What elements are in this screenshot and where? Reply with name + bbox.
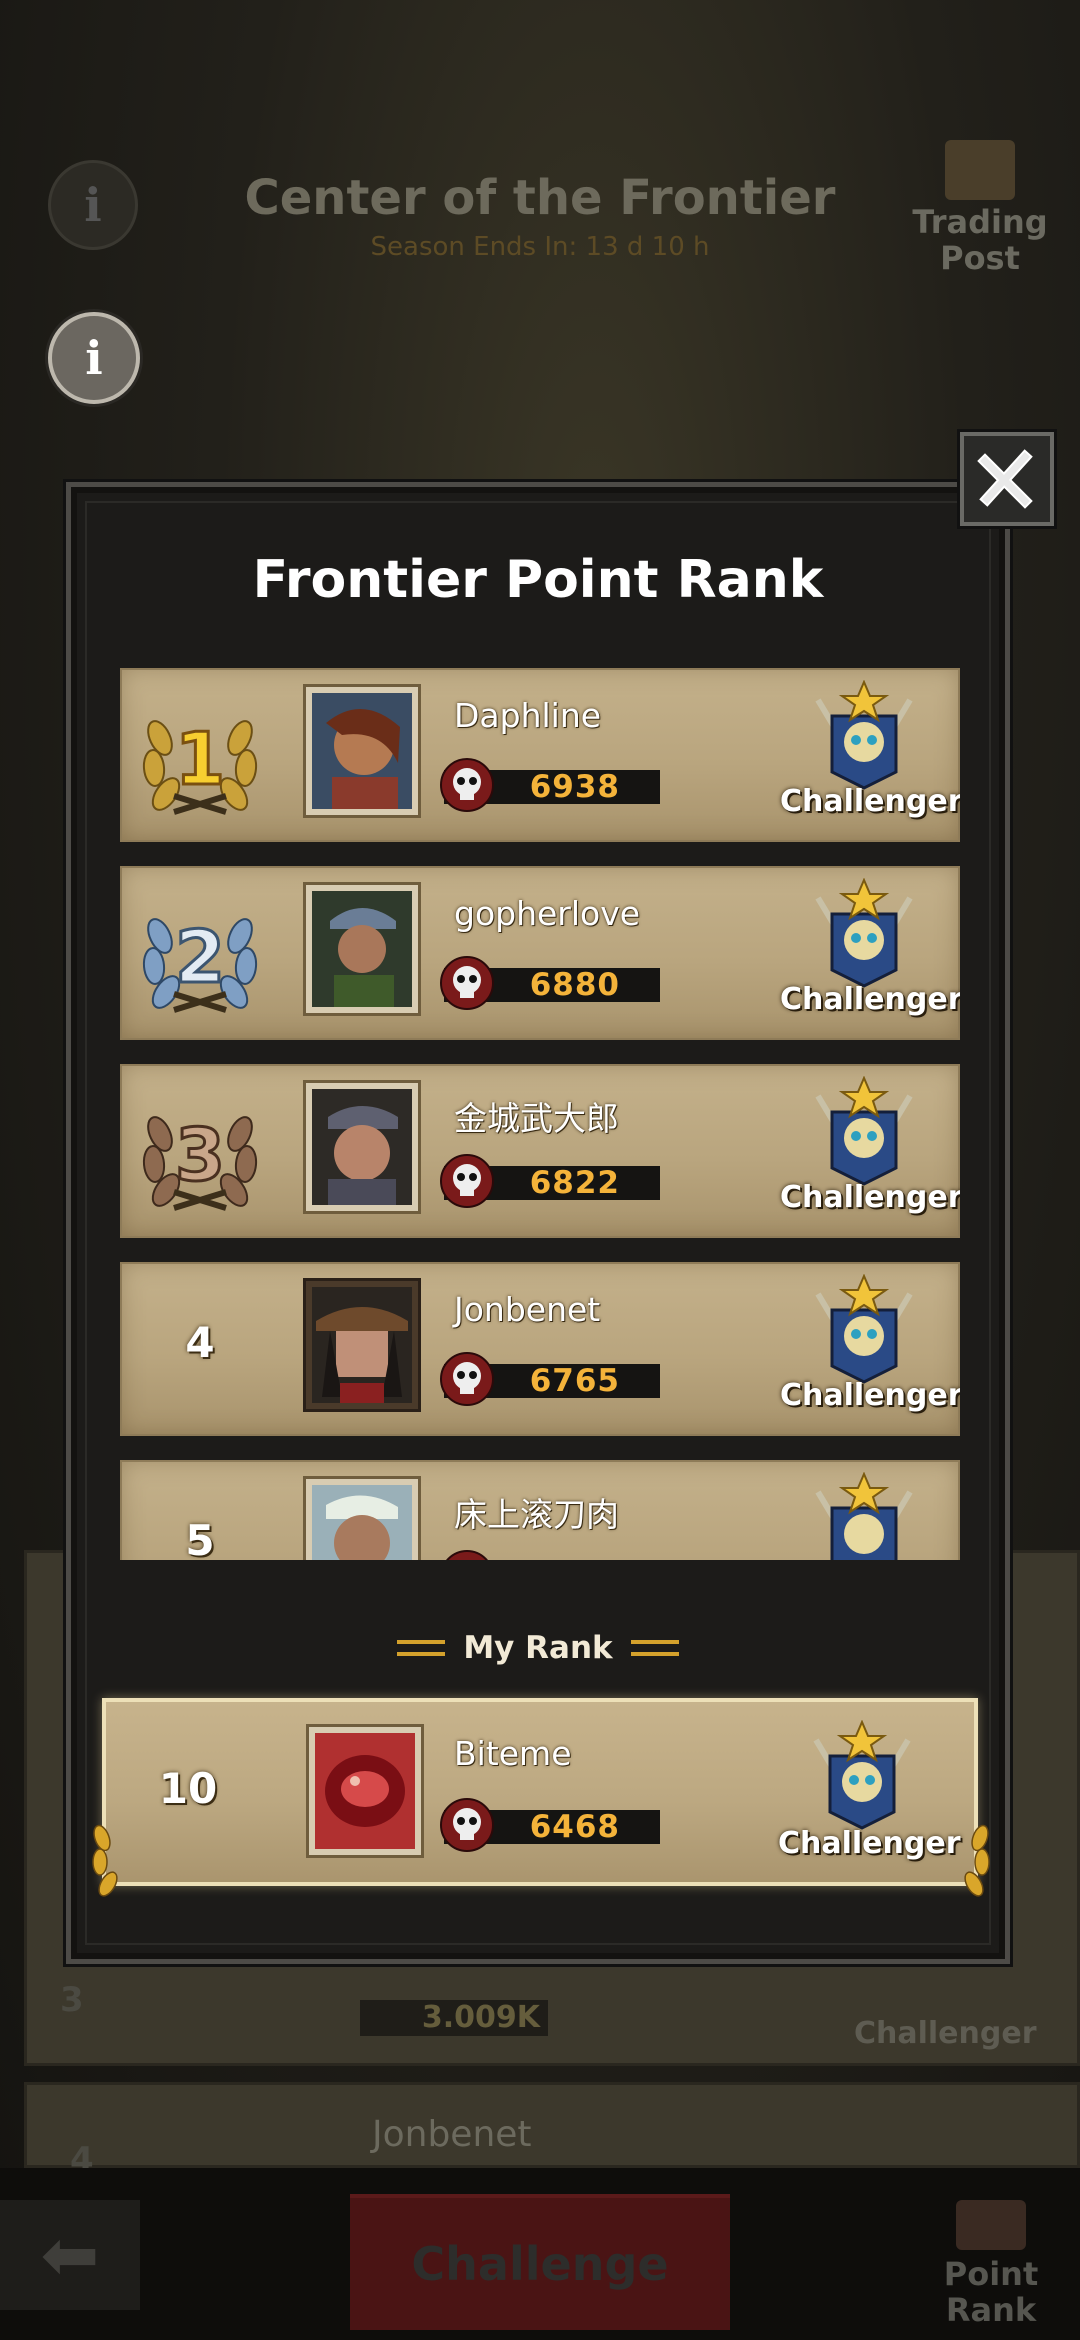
avatar[interactable] <box>303 1278 421 1412</box>
tier-label: Challenger <box>780 784 960 819</box>
points-value: 6468 <box>529 1809 620 1845</box>
bronze-laurel-medal-icon: 3 <box>142 1112 258 1211</box>
point-rank-icon <box>956 2200 1026 2250</box>
challenger-tier-icon <box>815 1076 913 1186</box>
rank-number: 4 <box>185 1318 215 1367</box>
deco-line-icon <box>397 1640 446 1656</box>
avatar[interactable] <box>303 1080 421 1214</box>
point-rank-label-line2: Rank <box>945 2291 1037 2329</box>
info-button[interactable]: i <box>48 312 140 404</box>
ranking-row[interactable]: 1 Daphline 6938 Challenger <box>120 668 960 842</box>
skull-point-icon <box>440 1352 494 1406</box>
avatar[interactable] <box>303 882 421 1016</box>
tier-label: Challenger <box>780 1378 960 1413</box>
tier-label: Challenger <box>780 1180 960 1215</box>
skull-point-icon <box>440 1154 494 1208</box>
info-icon[interactable]: i <box>48 160 138 250</box>
skull-point-icon <box>440 956 494 1010</box>
tier-label: Challenger <box>780 982 960 1017</box>
challenger-tier-icon <box>815 680 913 790</box>
challenge-button[interactable]: Challenge <box>350 2194 730 2330</box>
svg-text:2: 2 <box>175 915 225 999</box>
ranking-row[interactable]: 3 金城武大郎 6822 Challenger <box>120 1064 960 1238</box>
player-name: Jonbenet <box>454 1290 601 1329</box>
bg-row-name: Jonbenet <box>372 2114 532 2155</box>
player-name: Biteme <box>454 1734 572 1773</box>
point-rank-label-line1: Point <box>943 2255 1039 2293</box>
close-icon[interactable] <box>960 432 1054 526</box>
challenger-tier-icon <box>815 1274 913 1384</box>
ranking-row[interactable]: 5 床上滚刀肉 <box>120 1460 960 1560</box>
bg-row-rank: 3 <box>60 1980 84 2020</box>
back-arrow-icon[interactable]: ⬅ <box>0 2200 140 2310</box>
trading-post-icon <box>945 140 1015 200</box>
bg-row-points: 3.009K <box>360 2000 548 2036</box>
laurel-left-icon <box>92 1824 118 1897</box>
background-list-row <box>24 2082 1080 2168</box>
player-name: 金城武大郎 <box>454 1099 619 1138</box>
points-value: 6880 <box>529 967 620 1003</box>
svg-text:1: 1 <box>175 717 225 801</box>
deco-line-icon <box>630 1640 679 1656</box>
my-rank-row[interactable]: 10 Biteme 6468 Challenger <box>102 1698 978 1886</box>
player-name: Daphline <box>454 696 602 735</box>
ranking-row[interactable]: 4 Jonbenet 6765 Challenger <box>120 1262 960 1436</box>
skull-point-icon <box>446 1550 488 1560</box>
silver-laurel-medal-icon: 2 <box>142 914 258 1013</box>
tier-label: Challenger <box>778 1826 961 1861</box>
trading-post-label-line1: Trading <box>912 203 1048 241</box>
bg-row-tier: Challenger <box>854 2016 1037 2051</box>
trading-post-label-line2: Post <box>940 239 1020 277</box>
avatar[interactable] <box>306 1724 424 1858</box>
trading-post-button[interactable]: Trading Post <box>900 140 1060 276</box>
ranking-row[interactable]: 2 gopherlove 6880 Challenger <box>120 866 960 1040</box>
rank-number: 10 <box>158 1764 218 1813</box>
modal-title: Frontier Point Rank <box>252 550 824 610</box>
points-value: 6822 <box>529 1165 620 1201</box>
player-name: 床上滚刀肉 <box>454 1495 619 1534</box>
ranking-list[interactable]: 1 Daphline 6938 Challenger 2 gopherlove … <box>120 668 960 1560</box>
avatar[interactable] <box>303 1476 421 1560</box>
challenger-tier-icon <box>815 1472 913 1560</box>
gold-laurel-medal-icon: 1 <box>142 716 258 815</box>
laurel-right-icon <box>964 1824 990 1897</box>
svg-text:3: 3 <box>175 1113 225 1197</box>
my-rank-label: My Rank <box>463 1630 613 1666</box>
points-value: 6765 <box>529 1363 620 1399</box>
rank-number: 5 <box>185 1516 215 1560</box>
my-rank-header: My Rank <box>66 1630 1010 1666</box>
player-name: gopherlove <box>454 894 641 933</box>
challenger-tier-icon <box>815 878 913 988</box>
challenger-tier-icon <box>813 1720 911 1830</box>
skull-point-icon <box>440 1798 494 1852</box>
points-value: 6938 <box>529 769 620 805</box>
avatar[interactable] <box>303 684 421 818</box>
point-rank-button[interactable]: Point Rank <box>916 2200 1066 2328</box>
skull-point-icon <box>440 758 494 812</box>
